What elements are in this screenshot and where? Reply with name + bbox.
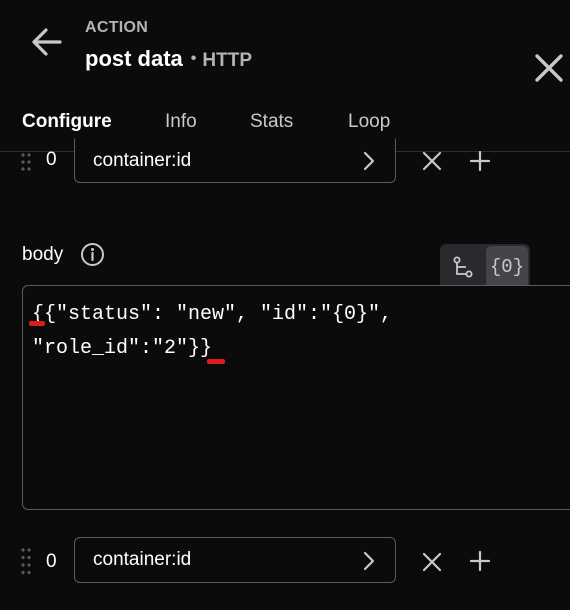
container-id-input[interactable]: container:id [74, 537, 396, 583]
chevron-right-icon[interactable] [361, 150, 377, 172]
container-id-input[interactable]: container:id [74, 138, 396, 183]
action-protocol: HTTP [202, 50, 253, 71]
tree-mode-button[interactable] [442, 246, 484, 288]
tab-info[interactable]: Info [165, 111, 197, 133]
item-index: 0 [46, 551, 57, 572]
tab-configure[interactable]: Configure [22, 111, 112, 133]
input-value: container:id [93, 549, 192, 570]
add-item-icon[interactable] [469, 550, 491, 572]
syntax-error-marker [29, 321, 45, 326]
remove-item-icon[interactable] [421, 551, 443, 573]
tab-loop[interactable]: Loop [348, 111, 390, 133]
tree-icon [453, 256, 473, 278]
add-item-icon[interactable] [469, 150, 491, 172]
editor-line-2: "role_id":"2"}} [32, 337, 213, 360]
editor-mode-toggle: {0} [440, 244, 530, 290]
action-kicker: ACTION [85, 19, 149, 36]
body-editor[interactable]: {{"status": "new", "id":"{0}", "role_id":… [22, 285, 570, 510]
input-value: container:id [93, 149, 192, 171]
item-index: 0 [46, 149, 57, 170]
syntax-error-marker [207, 359, 225, 364]
back-arrow-icon[interactable] [28, 26, 64, 58]
array-item-row: 0 container:id [0, 136, 570, 184]
array-item-row: 0 container:id [0, 537, 570, 587]
page-title: post data • HTTP [85, 46, 252, 72]
action-name: post data [85, 46, 183, 71]
editor-line-1: {{"status": "new", "id":"{0}", [32, 303, 393, 326]
body-label: body [22, 244, 64, 265]
title-separator: • [190, 50, 197, 67]
info-icon[interactable] [80, 242, 105, 267]
raw-mode-button[interactable]: {0} [486, 246, 528, 288]
drag-handle-icon[interactable] [20, 547, 32, 575]
remove-item-icon[interactable] [421, 150, 443, 172]
chevron-right-icon[interactable] [361, 550, 377, 572]
close-icon[interactable] [534, 53, 564, 83]
drag-handle-icon[interactable] [20, 152, 32, 172]
tab-stats[interactable]: Stats [250, 111, 293, 133]
